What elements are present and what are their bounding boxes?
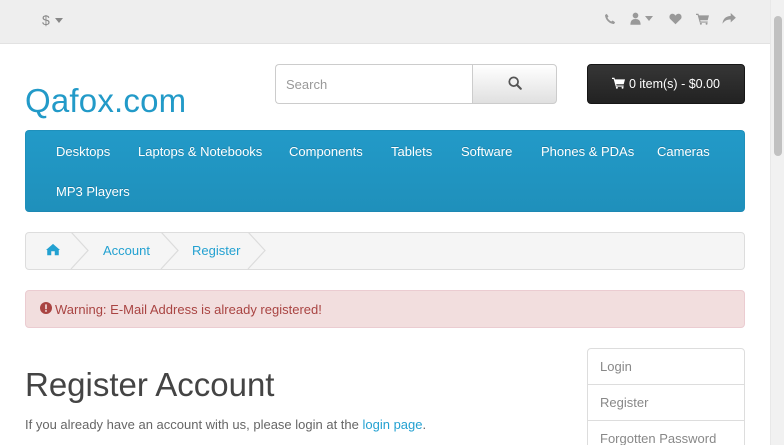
sidebar-item-login[interactable]: Login bbox=[587, 348, 745, 385]
main-menu: Desktops Laptops & Notebooks Components … bbox=[25, 130, 745, 212]
breadcrumb-separator bbox=[247, 231, 267, 273]
menu-item-desktops[interactable]: Desktops bbox=[56, 144, 110, 159]
sidebar-item-forgotten-password[interactable]: Forgotten Password bbox=[587, 420, 745, 445]
alert-text: Warning: E-Mail Address is already regis… bbox=[55, 301, 322, 317]
search-box bbox=[275, 64, 557, 104]
breadcrumb-separator bbox=[160, 231, 180, 273]
chevron-down-icon bbox=[645, 16, 653, 21]
currency-symbol: $ bbox=[42, 12, 50, 28]
top-links bbox=[604, 12, 736, 25]
scrollbar-thumb[interactable] bbox=[774, 16, 782, 156]
intro-suffix: . bbox=[422, 417, 427, 432]
scrollbar[interactable] bbox=[770, 0, 784, 445]
account-sidebar: Login Register Forgotten Password bbox=[587, 348, 745, 445]
currency-dropdown[interactable]: $ bbox=[42, 12, 63, 28]
top-bar: $ bbox=[0, 0, 770, 44]
breadcrumb-account[interactable]: Account bbox=[103, 243, 150, 258]
sidebar-item-register[interactable]: Register bbox=[587, 384, 745, 421]
search-button[interactable] bbox=[472, 64, 557, 104]
intro-text: If you already have an account with us, … bbox=[25, 417, 426, 432]
cart-button[interactable]: 0 item(s) - $0.00 bbox=[587, 64, 745, 104]
user-icon[interactable] bbox=[630, 12, 653, 25]
cart-total: 0 item(s) - $0.00 bbox=[628, 77, 720, 91]
share-icon[interactable] bbox=[722, 12, 736, 25]
login-page-link[interactable]: login page bbox=[363, 417, 423, 432]
cart-icon[interactable] bbox=[696, 13, 709, 25]
home-icon[interactable] bbox=[46, 243, 60, 259]
phone-icon[interactable] bbox=[604, 13, 616, 25]
site-logo[interactable]: Qafox.com bbox=[25, 82, 186, 120]
menu-item-laptops[interactable]: Laptops & Notebooks bbox=[138, 144, 262, 159]
cart-icon bbox=[611, 77, 625, 92]
heart-icon[interactable] bbox=[669, 13, 682, 25]
menu-item-components[interactable]: Components bbox=[289, 144, 363, 159]
menu-item-software[interactable]: Software bbox=[461, 144, 512, 159]
menu-item-phones[interactable]: Phones & PDAs bbox=[541, 144, 634, 159]
chevron-down-icon bbox=[54, 17, 63, 23]
intro-prefix: If you already have an account with us, … bbox=[25, 417, 363, 432]
menu-item-cameras[interactable]: Cameras bbox=[657, 144, 710, 159]
page-title: Register Account bbox=[25, 366, 275, 403]
breadcrumb: Account Register bbox=[25, 231, 745, 273]
exclamation-circle-icon bbox=[40, 301, 52, 317]
breadcrumb-register[interactable]: Register bbox=[192, 243, 240, 258]
breadcrumb-separator bbox=[70, 231, 90, 273]
menu-item-mp3-players[interactable]: MP3 Players bbox=[56, 184, 130, 199]
warning-alert: Warning: E-Mail Address is already regis… bbox=[25, 290, 745, 328]
search-input[interactable] bbox=[275, 64, 473, 104]
search-icon bbox=[507, 75, 522, 93]
menu-item-tablets[interactable]: Tablets bbox=[391, 144, 432, 159]
